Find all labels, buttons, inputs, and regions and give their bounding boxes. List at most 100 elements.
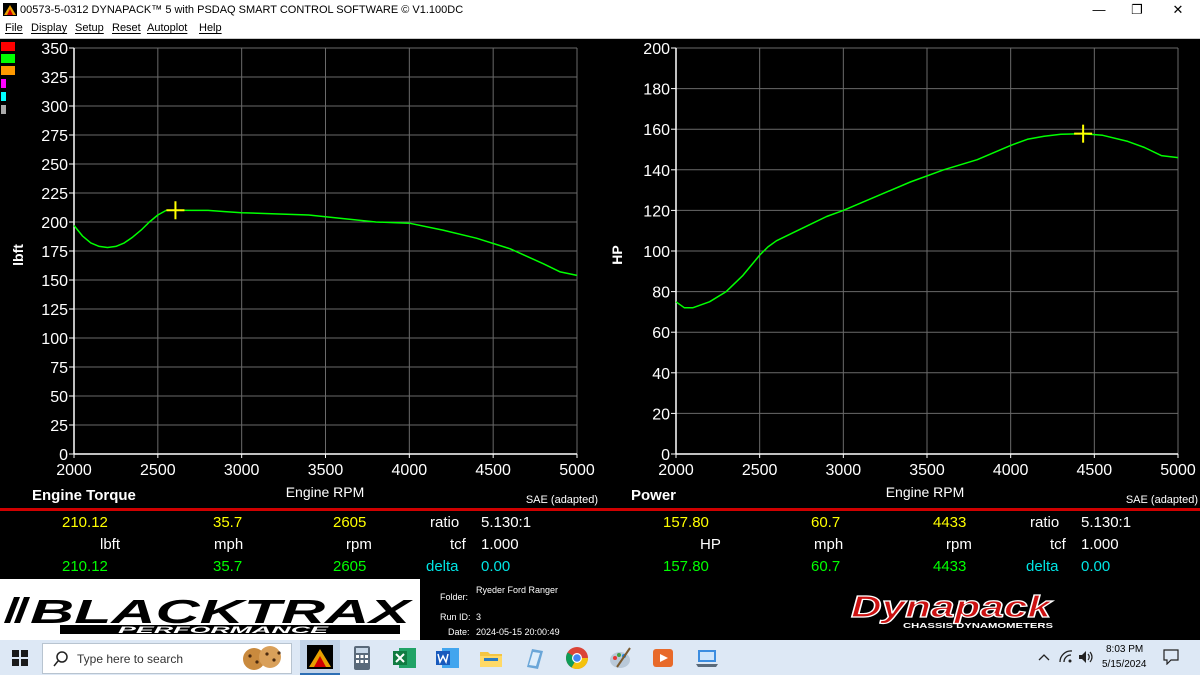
file-explorer-icon[interactable] <box>478 645 504 671</box>
power-chart[interactable]: 0204060801001201401601802002000 2500 3000 3… <box>600 39 1200 508</box>
torque-ytick-225: 225 <box>41 186 68 203</box>
torque-xtick-4000: 4000 <box>392 462 428 479</box>
date-label: Date: <box>448 627 470 637</box>
power-tcf-value: 1.000 <box>1081 536 1119 553</box>
blacktrax-logo-art: BLACKTRAX PERFORMANCE <box>4 593 414 635</box>
speed-unit: mph <box>214 536 244 553</box>
power-sae-note: SAE (adapted) <box>1126 494 1198 506</box>
menu-help[interactable]: Help <box>199 22 222 34</box>
close-button[interactable]: ✕ <box>1156 0 1200 20</box>
power-unit: HP <box>700 536 721 553</box>
torque-ytick-250: 250 <box>41 157 68 174</box>
speed-delta: 35.7 <box>213 558 243 575</box>
torque-ytick-200: 200 <box>41 215 68 232</box>
rpm-unit: rpm <box>346 536 372 553</box>
notification-icon[interactable] <box>1163 649 1179 665</box>
power-speed-unit: mph <box>814 536 844 553</box>
dynapack-taskbar-icon <box>307 645 333 669</box>
taskbar-dynapack-active[interactable] <box>300 640 340 675</box>
excel-icon[interactable] <box>391 645 417 671</box>
torque-ytick-300: 300 <box>41 99 68 116</box>
word-icon[interactable] <box>434 645 460 671</box>
torque-chart[interactable]: 0255075100125150175200225250275300325350… <box>0 39 600 508</box>
chrome-icon[interactable] <box>564 645 590 671</box>
delta-value: 0.00 <box>481 558 511 575</box>
restore-button[interactable]: ❐ <box>1115 0 1159 20</box>
torque-chart-title: Engine Torque <box>32 487 136 504</box>
folder-label: Folder: <box>440 592 469 602</box>
dynapack-app-icon <box>3 3 17 16</box>
power-xtick-2000: 2000 <box>658 462 694 479</box>
calculator-icon[interactable] <box>349 645 375 671</box>
chart-area: 0 25 50 75 100 125 150 175 200 225 250 275 300 325 350… <box>0 39 1200 508</box>
power-ytick-40: 40 <box>652 366 670 383</box>
power-ytick-20: 20 <box>652 406 670 423</box>
power-xtick-2500: 2500 <box>742 462 778 479</box>
wifi-icon[interactable] <box>1058 650 1074 664</box>
dynapack-subtitle: CHASSIS DYNAMOMETERS <box>903 623 1054 630</box>
tcf-label: tcf <box>450 536 466 553</box>
show-hidden-icons-chevron[interactable] <box>1038 652 1050 662</box>
torque-xtick-2500: 2500 <box>140 462 176 479</box>
menu-file[interactable]: File <box>5 22 23 34</box>
power-ratio-label: ratio <box>1030 514 1060 531</box>
power-chart-title: Power <box>631 487 676 504</box>
dynapack-wordmark: Dynapack <box>851 589 1053 624</box>
power-x-axis-label: Engine RPM <box>886 484 965 500</box>
torque-xtick-3000: 3000 <box>224 462 260 479</box>
windows-start-icon[interactable] <box>12 650 28 666</box>
torque-y-axis-label: lbft <box>10 244 26 266</box>
run-id-value: 3 <box>476 612 482 622</box>
tcf-value: 1.000 <box>481 536 519 553</box>
power-xtick-4000: 4000 <box>993 462 1029 479</box>
torque-ytick-25: 25 <box>50 418 68 435</box>
power-ytick-200: 200 <box>643 41 670 58</box>
clock-date[interactable]: 5/15/2024 <box>1102 659 1147 670</box>
torque-xtick-5000: 5000 <box>559 462 595 479</box>
cookies-icon <box>243 646 281 670</box>
torque-ytick-100: 100 <box>41 331 68 348</box>
torque-sae-note: SAE (adapted) <box>526 494 598 506</box>
taskbar: Type here to search 8:03 PM 5/15/2024 <box>0 640 1200 675</box>
power-cursor-marker[interactable] <box>1074 124 1093 143</box>
menu-autoplot[interactable]: Autoplot <box>147 22 187 34</box>
power-xtick-4500: 4500 <box>1077 462 1113 479</box>
power-delta-label: delta <box>1026 558 1059 575</box>
power-value: 157.80 <box>663 514 709 531</box>
window-title: 00573-5-0312 DYNAPACK™ 5 with PSDAQ SMAR… <box>20 4 464 16</box>
torque-xtick-3500: 3500 <box>308 462 344 479</box>
torque-ytick-275: 275 <box>41 128 68 145</box>
readout-panel: 210.12 35.7 2605 ratio 5.130:1 lbft mph … <box>0 511 1200 579</box>
delta-label: delta <box>426 558 459 575</box>
blacktrax-logo: BLACKTRAX PERFORMANCE <box>0 579 420 640</box>
menu-setup[interactable]: Setup <box>75 22 104 34</box>
run-info-panel: BLACKTRAX PERFORMANCE Folder: Ryeder For… <box>0 579 1200 640</box>
blacktrax-subtitle: PERFORMANCE <box>118 625 331 635</box>
taskbar-search-box[interactable]: Type here to search <box>42 643 292 674</box>
search-icon <box>53 651 68 667</box>
torque-delta: 210.12 <box>62 558 108 575</box>
power-delta: 157.80 <box>663 558 709 575</box>
menu-display[interactable]: Display <box>31 22 67 34</box>
remote-desktop-icon[interactable] <box>694 645 720 671</box>
power-ytick-120: 120 <box>643 203 670 220</box>
speed-value: 35.7 <box>213 514 243 531</box>
menu-reset[interactable]: Reset <box>112 22 141 34</box>
run-id-label: Run ID: <box>440 612 471 622</box>
notes-app-icon[interactable] <box>521 645 547 671</box>
volume-icon[interactable] <box>1078 650 1094 664</box>
dynapack-logo: Dynapack CHASSIS DYNAMOMETERS <box>850 588 1054 630</box>
power-xtick-5000: 5000 <box>1160 462 1196 479</box>
power-delta-value: 0.00 <box>1081 558 1111 575</box>
torque-ytick-50: 50 <box>50 389 68 406</box>
media-player-icon[interactable] <box>650 645 676 671</box>
power-rpm-unit: rpm <box>946 536 972 553</box>
power-y-axis-label: HP <box>609 245 625 264</box>
torque-ytick-325: 325 <box>41 70 68 87</box>
power-ratio-value: 5.130:1 <box>1081 514 1132 531</box>
clock-time[interactable]: 8:03 PM <box>1106 644 1143 655</box>
title-bar: 00573-5-0312 DYNAPACK™ 5 with PSDAQ SMAR… <box>0 0 1200 20</box>
torque-cursor-marker[interactable] <box>166 201 185 220</box>
paint-icon[interactable] <box>607 645 633 671</box>
torque-ytick-75: 75 <box>50 360 68 377</box>
